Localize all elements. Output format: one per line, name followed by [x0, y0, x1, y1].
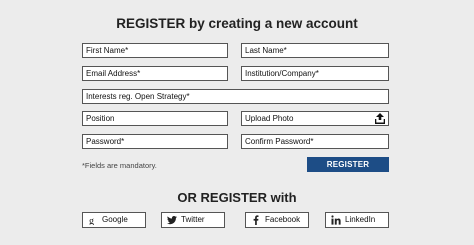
facebook-icon [251, 215, 261, 225]
google-button[interactable]: g Google [82, 212, 146, 228]
or-register-heading: OR REGISTER with [177, 190, 297, 205]
interests-field[interactable] [82, 89, 389, 104]
last-name-field[interactable] [241, 43, 389, 58]
register-button[interactable]: REGISTER [307, 157, 389, 172]
linkedin-icon [331, 215, 341, 225]
position-field[interactable] [82, 111, 228, 126]
mandatory-note: *Fields are mandatory. [82, 161, 157, 170]
upload-photo-label: Upload Photo [245, 114, 294, 123]
facebook-button[interactable]: Facebook [245, 212, 309, 228]
institution-input[interactable] [245, 67, 388, 80]
password-input[interactable] [86, 135, 227, 148]
twitter-label: Twitter [181, 215, 205, 224]
upload-photo-field[interactable]: Upload Photo [241, 111, 389, 126]
institution-field[interactable] [241, 66, 389, 81]
google-label: Google [102, 215, 128, 224]
email-field[interactable] [82, 66, 228, 81]
first-name-field[interactable] [82, 43, 228, 58]
upload-icon[interactable] [375, 113, 385, 124]
position-input[interactable] [86, 112, 227, 125]
password-field[interactable] [82, 134, 228, 149]
last-name-input[interactable] [245, 44, 388, 57]
email-input[interactable] [86, 67, 227, 80]
svg-text:g: g [89, 216, 94, 225]
first-name-input[interactable] [86, 44, 227, 57]
facebook-label: Facebook [265, 215, 301, 224]
linkedin-button[interactable]: LinkedIn [325, 212, 389, 228]
confirm-password-field[interactable] [241, 134, 389, 149]
twitter-button[interactable]: Twitter [161, 212, 225, 228]
linkedin-label: LinkedIn [345, 215, 376, 224]
google-icon: g [88, 215, 98, 227]
page-title: REGISTER by creating a new account [116, 16, 358, 31]
confirm-password-input[interactable] [245, 135, 388, 148]
twitter-icon [167, 215, 177, 225]
interests-input[interactable] [86, 90, 388, 103]
